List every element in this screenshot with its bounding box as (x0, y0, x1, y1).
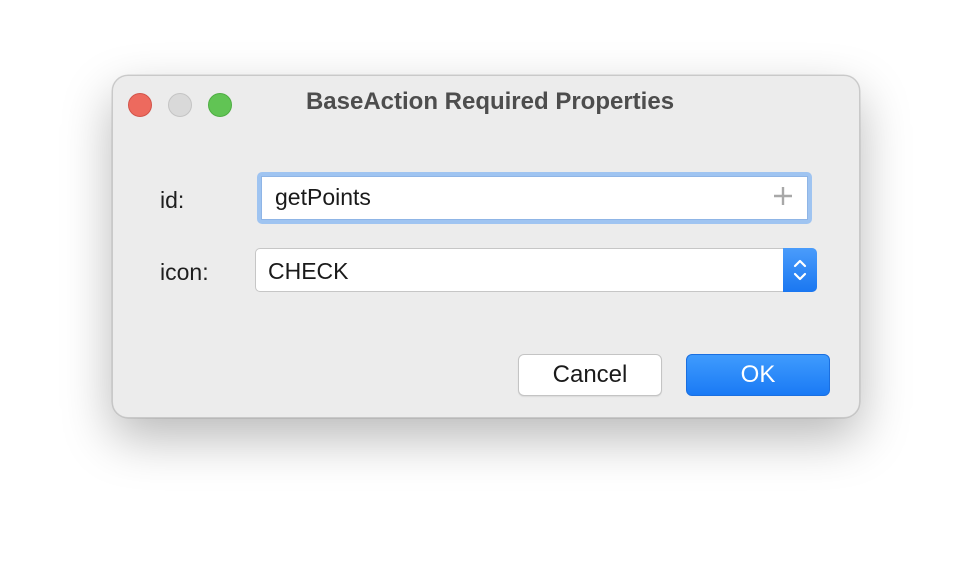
dialog-title: BaseAction Required Properties (305, 88, 675, 115)
select-stepper[interactable] (783, 248, 817, 292)
cancel-button[interactable]: Cancel (518, 354, 662, 396)
plus-icon[interactable] (772, 185, 794, 207)
chevron-up-down-icon (793, 259, 807, 281)
icon-label: icon: (160, 259, 209, 285)
icon-select-value: CHECK (268, 258, 349, 284)
id-input[interactable]: getPoints (257, 172, 812, 224)
icon-select[interactable]: CHECK (255, 248, 817, 292)
id-input-value: getPoints (275, 184, 371, 210)
id-label: id: (160, 187, 185, 213)
dialog-window: BaseAction Required Properties id: getPo… (112, 75, 860, 418)
ok-button[interactable]: OK (686, 354, 830, 396)
